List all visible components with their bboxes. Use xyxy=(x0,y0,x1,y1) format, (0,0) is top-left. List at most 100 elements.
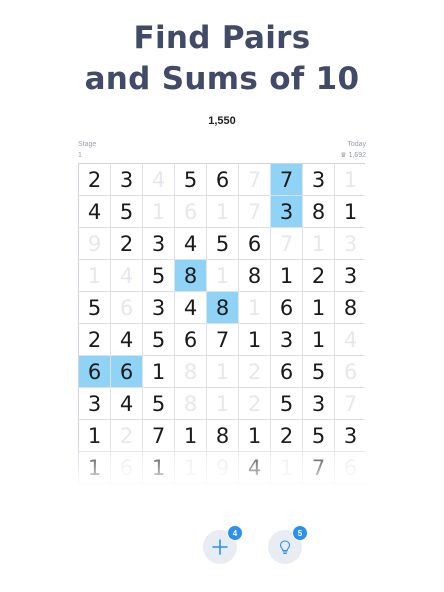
stage-value: 1 xyxy=(78,152,82,159)
grid-cell[interactable]: 5 xyxy=(175,164,207,196)
grid-cell[interactable]: 6 xyxy=(79,356,111,388)
grid-cell[interactable]: 6 xyxy=(111,356,143,388)
grid-cell[interactable]: 1 xyxy=(239,420,271,452)
grid-cell: 1 xyxy=(207,388,239,420)
grid-cell[interactable]: 3 xyxy=(335,420,365,452)
grid-cell[interactable]: 7 xyxy=(143,420,175,452)
headline: Find Pairs and Sums of 10 xyxy=(0,18,444,100)
grid-cell: 1 xyxy=(207,356,239,388)
grid-cell[interactable]: 1 xyxy=(303,292,335,324)
grid-cell[interactable]: 4 xyxy=(175,228,207,260)
grid-cell[interactable]: 2 xyxy=(271,420,303,452)
grid-cell[interactable]: 3 xyxy=(303,164,335,196)
grid-cell[interactable]: 3 xyxy=(271,324,303,356)
grid-cell: 1 xyxy=(207,196,239,228)
grid-cell[interactable]: 7 xyxy=(207,324,239,356)
grid-cell: 1 xyxy=(175,452,207,484)
grid-cell[interactable]: 6 xyxy=(239,228,271,260)
grid-cell[interactable]: 6 xyxy=(175,324,207,356)
grid-cell[interactable]: 5 xyxy=(143,324,175,356)
grid-cell: 7 xyxy=(239,196,271,228)
today-value: 1,692 xyxy=(348,152,366,159)
grid-cell[interactable]: 8 xyxy=(207,292,239,324)
grid-cell: 7 xyxy=(271,228,303,260)
grid-cell[interactable]: 8 xyxy=(303,196,335,228)
grid-cell[interactable]: 5 xyxy=(143,260,175,292)
grid-cell: 1 xyxy=(143,196,175,228)
grid-cell[interactable]: 3 xyxy=(271,196,303,228)
grid-cell[interactable]: 1 xyxy=(303,324,335,356)
grid-cell[interactable]: 3 xyxy=(79,388,111,420)
grid-cell: 9 xyxy=(79,228,111,260)
grid-cell[interactable]: 7 xyxy=(271,164,303,196)
grid-cell: 7 xyxy=(239,164,271,196)
grid-cell[interactable]: 4 xyxy=(111,388,143,420)
grid-cell: 6 xyxy=(111,292,143,324)
grid-cell[interactable]: 3 xyxy=(335,260,365,292)
grid-cell[interactable]: 1 xyxy=(239,324,271,356)
grid-cell[interactable]: 4 xyxy=(239,452,271,484)
today-label: Today xyxy=(347,141,366,148)
trophy-icon: ♛ xyxy=(340,152,347,159)
grid-cell[interactable]: 5 xyxy=(111,196,143,228)
grid-cell[interactable]: 4 xyxy=(79,196,111,228)
score: 1,550 xyxy=(208,115,236,127)
grid-cell[interactable]: 8 xyxy=(239,260,271,292)
hint-count-badge: 5 xyxy=(292,525,308,541)
grid-cell[interactable]: 2 xyxy=(111,228,143,260)
grid-cell: 1 xyxy=(239,292,271,324)
grid-cell[interactable]: 5 xyxy=(79,292,111,324)
grid-cell: 6 xyxy=(175,196,207,228)
grid-cell[interactable]: 4 xyxy=(175,292,207,324)
grid-cell[interactable]: 1 xyxy=(271,260,303,292)
grid-cell: 6 xyxy=(335,452,365,484)
grid-cell[interactable]: 5 xyxy=(143,388,175,420)
headline-line-1: Find Pairs xyxy=(133,20,311,56)
grid-cell[interactable]: 1 xyxy=(143,452,175,484)
grid-cell: 9 xyxy=(207,452,239,484)
grid-cell[interactable]: 3 xyxy=(303,388,335,420)
grid-cell: 1 xyxy=(335,164,365,196)
grid-cell[interactable]: 1 xyxy=(175,420,207,452)
grid-cell[interactable]: 1 xyxy=(143,356,175,388)
grid-cell[interactable]: 5 xyxy=(271,388,303,420)
headline-line-2: and Sums of 10 xyxy=(84,61,360,97)
grid-cell: 4 xyxy=(111,260,143,292)
grid-cell[interactable]: 1 xyxy=(79,452,111,484)
grid-cell[interactable]: 3 xyxy=(143,292,175,324)
add-count-badge: 4 xyxy=(227,525,243,541)
grid-cell[interactable]: 6 xyxy=(207,164,239,196)
grid-cell[interactable]: 6 xyxy=(271,356,303,388)
grid-cell[interactable]: 7 xyxy=(303,452,335,484)
grid-cell[interactable]: 8 xyxy=(335,292,365,324)
grid-cell: 1 xyxy=(79,260,111,292)
grid-cell[interactable]: 2 xyxy=(303,260,335,292)
grid-cell[interactable]: 8 xyxy=(175,260,207,292)
grid-cell[interactable]: 5 xyxy=(303,420,335,452)
grid-cell: 8 xyxy=(175,388,207,420)
plus-icon xyxy=(212,539,228,555)
stage-info: Stage 1 xyxy=(78,139,96,161)
grid-cell[interactable]: 1 xyxy=(335,196,365,228)
lightbulb-icon xyxy=(279,540,291,555)
grid-cell[interactable]: 4 xyxy=(111,324,143,356)
grid-cell: 8 xyxy=(175,356,207,388)
grid-cell: 2 xyxy=(239,356,271,388)
grid-cell[interactable]: 8 xyxy=(207,420,239,452)
grid-cell: 6 xyxy=(111,452,143,484)
add-numbers-button[interactable]: 4 xyxy=(203,525,243,564)
grid-cell: 4 xyxy=(143,164,175,196)
today-info: Today ♛ 1,692 xyxy=(340,139,366,161)
grid-cell: 2 xyxy=(111,420,143,452)
grid-cell[interactable]: 3 xyxy=(111,164,143,196)
grid-cell[interactable]: 5 xyxy=(207,228,239,260)
grid-cell[interactable]: 5 xyxy=(303,356,335,388)
grid-cell[interactable]: 2 xyxy=(79,164,111,196)
grid-cell[interactable]: 3 xyxy=(143,228,175,260)
grid-cell[interactable]: 2 xyxy=(79,324,111,356)
grid-cell: 2 xyxy=(239,388,271,420)
grid-cell[interactable]: 6 xyxy=(271,292,303,324)
hint-button[interactable]: 5 xyxy=(268,525,308,564)
grid-cell[interactable]: 1 xyxy=(79,420,111,452)
grid-cell: 1 xyxy=(303,228,335,260)
